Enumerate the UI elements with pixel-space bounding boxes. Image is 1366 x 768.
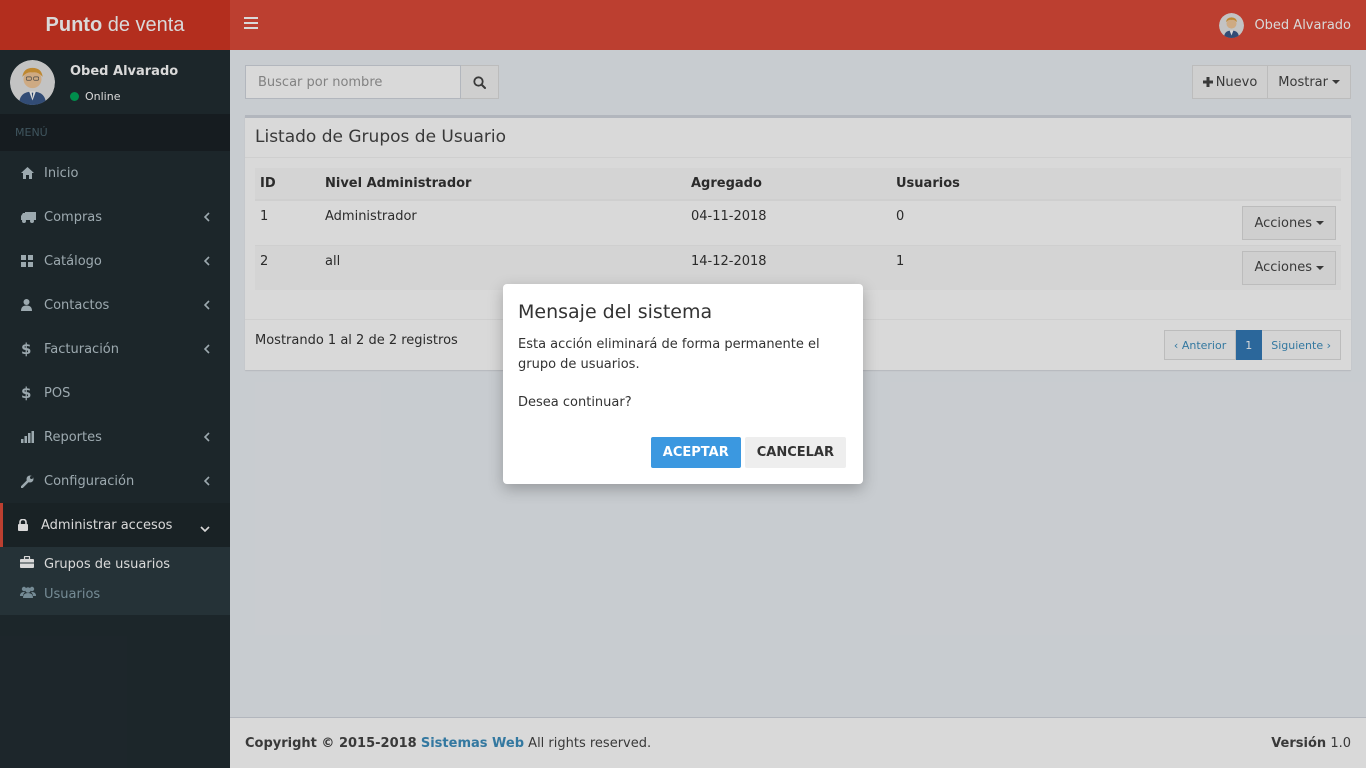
- cancel-button[interactable]: CANCELAR: [744, 437, 846, 468]
- accept-button[interactable]: ACEPTAR: [650, 437, 741, 468]
- dialog-message: Esta acción eliminará de forma permanent…: [518, 337, 820, 372]
- dialog-buttons: ACEPTAR CANCELAR: [650, 437, 846, 468]
- dialog-title: Mensaje del sistema: [518, 301, 713, 323]
- system-message-dialog: Mensaje del sistema Esta acción eliminar…: [503, 284, 863, 484]
- dialog-question: Desea continuar?: [518, 395, 632, 410]
